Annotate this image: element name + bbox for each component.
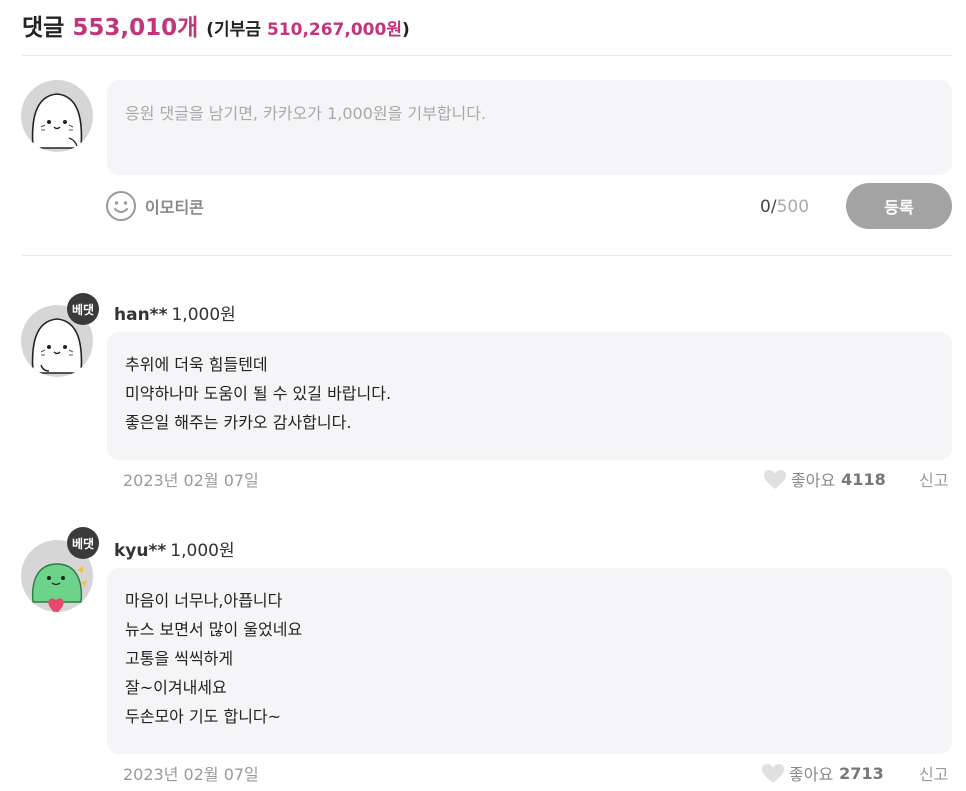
best-comment-badge: 베댓 (67, 293, 99, 325)
comment-section: 댓글 553,010개 (기부금 510,267,000원 ) 응원 댓글을 남… (0, 0, 966, 791)
smiley-icon (106, 191, 136, 221)
emoticon-label: 이모티콘 (145, 198, 204, 217)
comment-title: 댓글 (22, 15, 65, 41)
like-label: 좋아요 (789, 765, 834, 784)
comment-donation: 1,000원 (171, 305, 236, 325)
char-current: 0 (760, 197, 771, 217)
donation-prefix: (기부금 (206, 20, 261, 40)
submit-button[interactable]: 등록 (846, 183, 952, 229)
report-button[interactable]: 신고 (919, 467, 948, 491)
comment-line: 잘~이겨내세요 (125, 678, 227, 697)
comment-line: 좋은일 해주는 카카오 감사합니다. (125, 413, 352, 432)
like-label: 좋아요 (791, 471, 836, 490)
comment-date: 2023년 02월 07일 (123, 765, 259, 784)
header-divider (22, 55, 952, 56)
heart-icon (762, 763, 784, 783)
comment-body: 추위에 더욱 힘들텐데 미약하나마 도움이 될 수 있길 바랍니다. 좋은일 해… (107, 332, 952, 460)
like-count: 2713 (839, 763, 884, 783)
report-button[interactable]: 신고 (919, 761, 948, 785)
comment-date: 2023년 02월 07일 (123, 471, 259, 490)
comment-header: 댓글 553,010개 (기부금 510,267,000원 ) (22, 8, 410, 41)
comment-donation: 1,000원 (170, 541, 235, 561)
like-button[interactable]: 좋아요 2713 (761, 761, 884, 785)
best-comment-badge: 베댓 (67, 527, 99, 559)
comment-nickname[interactable]: han** (114, 305, 167, 325)
comment-body: 마음이 너무나,아픕니다 뉴스 보면서 많이 울었네요 고통을 씩씩하게 잘~이… (107, 568, 952, 754)
char-counter: 0/500 (760, 197, 809, 217)
emoticon-button[interactable]: 이모티콘 (105, 190, 204, 222)
comment-line: 마음이 너무나,아픕니다 (125, 591, 283, 610)
comment-input-placeholder: 응원 댓글을 남기면, 카카오가 1,000원을 기부합니다. (125, 104, 487, 123)
comment-input[interactable]: 응원 댓글을 남기면, 카카오가 1,000원을 기부합니다. (107, 80, 952, 175)
char-max: 500 (776, 197, 810, 217)
composer-divider (22, 255, 952, 256)
my-avatar (21, 80, 93, 152)
comment-meta: kyu** 1,000원 (114, 536, 235, 561)
comment-meta: han** 1,000원 (114, 300, 236, 325)
like-count: 4118 (841, 469, 886, 489)
comment-line: 미약하나마 도움이 될 수 있길 바랍니다. (125, 384, 392, 403)
comment-line: 뉴스 보면서 많이 울었네요 (125, 620, 303, 639)
heart-icon (764, 469, 786, 489)
donation-suffix: ) (401, 20, 410, 40)
comment-count: 553,010개 (72, 15, 199, 41)
comment-line: 고통을 씩씩하게 (125, 649, 234, 668)
like-button[interactable]: 좋아요 4118 (763, 467, 886, 491)
donation-amount: 510,267,000원 (266, 20, 402, 40)
comment-nickname[interactable]: kyu** (114, 541, 166, 561)
comment-line: 두손모아 기도 합니다~ (125, 707, 282, 726)
comment-line: 추위에 더욱 힘들텐데 (125, 355, 268, 374)
ghost-character-icon (31, 93, 83, 149)
